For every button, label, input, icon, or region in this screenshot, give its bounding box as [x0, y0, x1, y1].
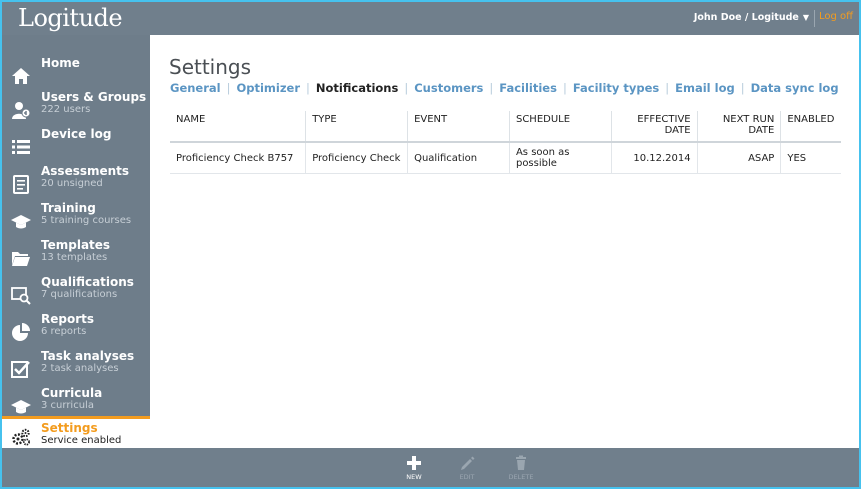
user-menu[interactable]: John Doe / Logitude ▼ [694, 12, 809, 23]
column-header-event[interactable]: EVENT [407, 111, 510, 143]
main-content: Settings General | Optimizer | Notifications… [150, 35, 859, 448]
table-header-row: NAME TYPE EVENT SCHEDULE EFFECTIVE DATE … [170, 111, 841, 143]
sidebar-item-label: Users & Groups [41, 90, 147, 104]
sidebar-item-home[interactable]: Home [2, 56, 150, 93]
notifications-table: NAME TYPE EVENT SCHEDULE EFFECTIVE DATE … [170, 111, 841, 174]
tab-email-log[interactable]: Email log [675, 81, 735, 95]
top-bar: Logitude John Doe / Logitude ▼ Log off [2, 2, 859, 35]
sidebar-item-status: Service enabled [41, 435, 122, 446]
app-window: Logitude John Doe / Logitude ▼ Log off Ho… [2, 2, 859, 487]
sidebar: Home Users & Groups 222 users Device log… [2, 35, 150, 451]
list-icon [12, 140, 30, 154]
new-button[interactable]: NEW [394, 455, 434, 481]
logoff-link[interactable]: Log off [819, 11, 853, 22]
sidebar-item-count: 2 task analyses [41, 363, 119, 374]
tab-divider: | [665, 81, 670, 95]
cell-type: Proficiency Check [305, 142, 409, 174]
sidebar-item-label: Task analyses [41, 349, 135, 363]
tab-divider: | [404, 81, 409, 95]
sidebar-item-device-log[interactable]: Device log [2, 127, 150, 164]
tab-divider: | [562, 81, 567, 95]
checkbox-icon [11, 361, 30, 378]
home-icon [12, 68, 30, 84]
sidebar-item-qualifications[interactable]: Qualifications 7 qualifications [2, 275, 150, 312]
graduation-cap-icon [11, 400, 31, 414]
sidebar-item-count: 13 templates [41, 252, 108, 263]
sidebar-item-count: 6 reports [41, 326, 87, 337]
column-header-type[interactable]: TYPE [305, 111, 409, 143]
tab-data-sync-log[interactable]: Data sync log [751, 81, 839, 95]
divider [814, 10, 815, 27]
tab-divider: | [489, 81, 494, 95]
page-title: Settings [169, 55, 252, 79]
certificate-search-icon [11, 287, 31, 305]
folder-icon [12, 252, 30, 266]
column-header-schedule[interactable]: SCHEDULE [509, 111, 612, 143]
sidebar-item-label: Home [41, 56, 80, 70]
column-header-name[interactable]: NAME [170, 111, 307, 143]
bottom-toolbar: NEW EDIT DELETE [2, 448, 859, 487]
sidebar-item-settings[interactable]: Settings Service enabled [2, 416, 150, 451]
tab-notifications[interactable]: Notifications [316, 81, 398, 95]
sidebar-item-assessments[interactable]: Assessments 20 unsigned [2, 164, 150, 201]
delete-button-label: DELETE [508, 473, 534, 481]
sidebar-item-label: Reports [41, 312, 95, 326]
column-header-enabled[interactable]: ENABLED [780, 111, 841, 143]
sidebar-item-task-analyses[interactable]: Task analyses 2 task analyses [2, 349, 150, 386]
tab-divider: | [740, 81, 745, 95]
sidebar-item-users-groups[interactable]: Users & Groups 222 users [2, 90, 150, 127]
cell-schedule: As soon as possible [509, 142, 612, 174]
pencil-icon [461, 456, 475, 470]
pie-chart-icon [12, 323, 30, 341]
sidebar-item-count: 5 training courses [41, 215, 132, 226]
tab-facilities[interactable]: Facilities [499, 81, 557, 95]
cell-name: Proficiency Check B757 [170, 142, 307, 174]
clipboard-icon [13, 175, 29, 194]
sidebar-item-training[interactable]: Training 5 training courses [2, 201, 150, 238]
sidebar-item-label: Qualifications [41, 275, 134, 289]
cell-next-run-date: ASAP [697, 142, 782, 174]
tab-customers[interactable]: Customers [414, 81, 483, 95]
cell-event: Qualification [407, 142, 510, 174]
column-header-effective-date[interactable]: EFFECTIVE DATE [611, 111, 698, 143]
sidebar-item-label: Settings [41, 421, 98, 435]
app-logo[interactable]: Logitude [18, 4, 123, 32]
sidebar-item-count: 20 unsigned [41, 178, 103, 189]
plus-icon [407, 456, 421, 470]
user-name: John Doe / Logitude [693, 12, 799, 23]
sidebar-item-count: 7 qualifications [41, 289, 118, 300]
sidebar-item-templates[interactable]: Templates 13 templates [2, 238, 150, 275]
graduation-cap-icon [11, 215, 31, 229]
sidebar-item-label: Device log [41, 127, 112, 141]
tab-divider: | [306, 81, 310, 95]
users-icon [12, 102, 31, 119]
new-button-label: NEW [406, 473, 422, 481]
edit-button-label: EDIT [459, 473, 475, 481]
trash-icon [516, 455, 526, 470]
cell-enabled: YES [780, 142, 841, 174]
table-row[interactable]: Proficiency Check B757 Proficiency Check… [170, 142, 841, 174]
tab-general[interactable]: General [170, 81, 221, 95]
sidebar-item-count: 3 curricula [41, 400, 94, 411]
tab-optimizer[interactable]: Optimizer [236, 81, 300, 95]
sidebar-item-label: Assessments [41, 164, 130, 178]
settings-tabs: General | Optimizer | Notifications | Customer… [170, 81, 839, 95]
gears-icon [12, 428, 30, 446]
chevron-down-icon: ▼ [802, 13, 809, 22]
sidebar-item-count: 222 users [41, 104, 91, 115]
tab-facility-types[interactable]: Facility types [573, 81, 659, 95]
column-header-next-run-date[interactable]: NEXT RUN DATE [697, 111, 782, 143]
cell-effective-date: 10.12.2014 [611, 142, 698, 174]
delete-button[interactable]: DELETE [501, 455, 541, 481]
sidebar-item-reports[interactable]: Reports 6 reports [2, 312, 150, 349]
tab-divider: | [226, 81, 231, 95]
edit-button[interactable]: EDIT [447, 455, 487, 481]
sidebar-item-label: Curricula [41, 386, 103, 400]
sidebar-item-label: Templates [41, 238, 111, 252]
sidebar-item-label: Training [41, 201, 96, 215]
